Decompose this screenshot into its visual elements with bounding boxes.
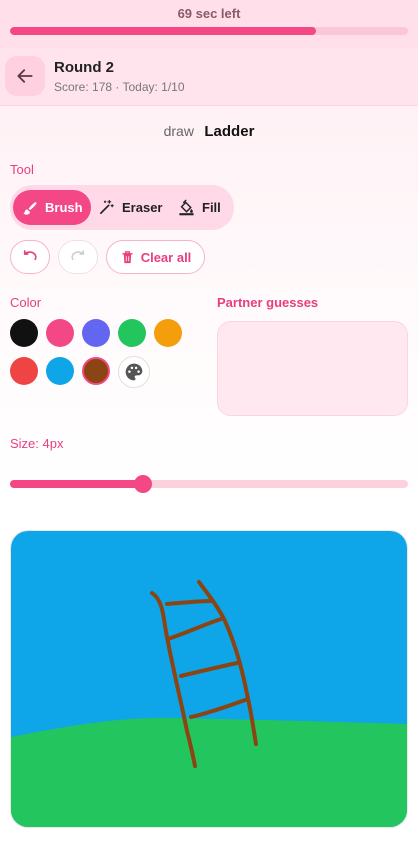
ground-fill	[11, 717, 407, 827]
size-slider-fill	[10, 480, 144, 488]
paint-bucket-icon	[179, 199, 194, 216]
clear-all-button[interactable]: Clear all	[106, 240, 205, 274]
timer-progress-fill	[10, 27, 317, 35]
tool-fill-label: Fill	[202, 200, 221, 215]
arrow-left-icon	[17, 69, 33, 83]
timer-text: 69 sec left	[177, 6, 241, 21]
timer-progress-track	[10, 27, 408, 35]
tool-fill-button[interactable]: Fill	[178, 190, 221, 225]
redo-icon	[71, 250, 85, 261]
drawing-canvas[interactable]	[10, 530, 408, 828]
size-slider[interactable]	[10, 475, 408, 493]
trash-icon	[122, 250, 133, 263]
drawing-surface	[11, 531, 407, 827]
round-header: Round 2 Score: 178 · Today: 1/10	[0, 48, 418, 106]
color-swatch[interactable]	[46, 319, 74, 347]
custom-color-button[interactable]	[118, 356, 150, 388]
color-swatch[interactable]	[46, 357, 74, 385]
tool-eraser-label: Eraser	[122, 200, 163, 215]
tool-eraser-button[interactable]: Eraser	[98, 190, 162, 225]
color-label: Color	[10, 295, 42, 310]
color-swatch[interactable]	[10, 357, 38, 385]
tool-selector: Brush Eraser Fill	[10, 185, 234, 230]
prompt-target-word: Ladder	[204, 123, 255, 140]
prompt-prefix: draw	[163, 123, 194, 139]
color-swatch[interactable]	[154, 319, 182, 347]
undo-button[interactable]	[10, 240, 50, 274]
brush-icon	[23, 201, 37, 215]
tool-brush-label: Brush	[45, 200, 83, 215]
color-swatch[interactable]	[82, 319, 110, 347]
palette-icon	[125, 363, 143, 381]
tool-label: Tool	[10, 162, 34, 177]
round-title: Round 2	[54, 59, 114, 76]
tool-brush-button[interactable]: Brush	[13, 190, 91, 225]
color-swatch[interactable]	[118, 319, 146, 347]
redo-button[interactable]	[58, 240, 98, 274]
prompt-word: draw Ladder	[0, 123, 418, 141]
partner-guesses-box	[217, 321, 408, 416]
size-slider-thumb[interactable]	[134, 475, 153, 493]
size-label: Size: 4px	[10, 436, 64, 451]
round-subtitle: Score: 178 · Today: 1/10	[54, 80, 185, 94]
color-swatch[interactable]	[10, 319, 38, 347]
magic-wand-icon	[99, 199, 114, 215]
timer-bar: 69 sec left	[0, 0, 418, 48]
back-button[interactable]	[5, 56, 45, 96]
color-swatch[interactable]	[82, 357, 110, 385]
undo-icon	[23, 250, 37, 261]
partner-guesses-label: Partner guesses	[217, 295, 319, 310]
clear-all-label: Clear all	[140, 249, 192, 265]
